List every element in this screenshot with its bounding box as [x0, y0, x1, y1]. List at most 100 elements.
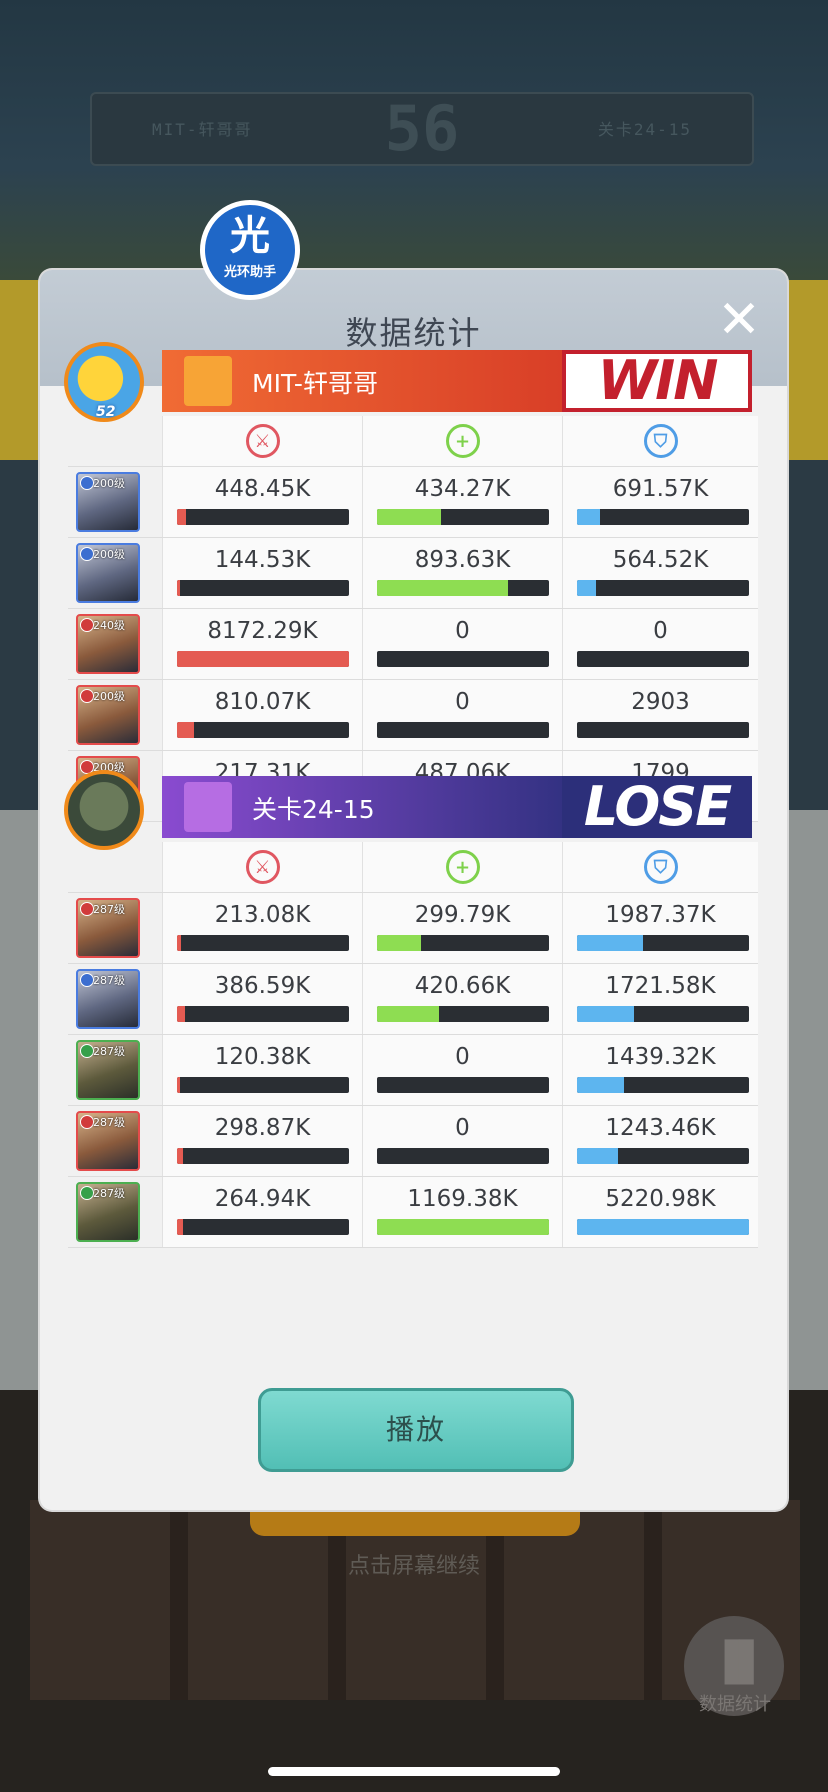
team-flag-icon: [184, 782, 232, 832]
hero-portrait: 287级: [76, 1182, 140, 1242]
play-button[interactable]: 播放: [258, 1388, 574, 1472]
heal-bar: [377, 722, 549, 738]
stat-icon-row: ⚔ + ⛉: [68, 842, 758, 893]
defense-bar: [577, 1006, 749, 1022]
element-icon: [80, 1115, 94, 1129]
defense-bar-fill: [577, 1006, 634, 1022]
hero-portrait: 200级: [76, 543, 140, 603]
stats-dialog: 数据统计 ✕ 52 MIT-轩哥哥 WIN ⚔ + ⛉ 200级 448.45K 4…: [40, 270, 787, 1510]
hero-portrait: 200级: [76, 685, 140, 745]
damage-bar: [177, 580, 349, 596]
element-icon: [80, 689, 94, 703]
defense-value: 1243.46K: [605, 1115, 716, 1141]
damage-bar-fill: [177, 1077, 180, 1093]
heal-bar: [377, 651, 549, 667]
hero-row: 287级 386.59K 420.66K 1721.58K: [68, 964, 758, 1035]
defense-bar: [577, 1077, 749, 1093]
hero-portrait: 200级: [76, 472, 140, 532]
hero-row: 240级 8172.29K 0 0: [68, 609, 758, 680]
damage-value: 810.07K: [214, 689, 311, 715]
damage-bar-fill: [177, 722, 195, 738]
defense-bar-fill: [577, 1219, 749, 1235]
defense-bar-fill: [577, 935, 643, 951]
heal-bar: [377, 1006, 549, 1022]
defense-value: 1721.58K: [605, 973, 716, 999]
damage-bar: [177, 1148, 349, 1164]
element-icon: [80, 547, 94, 561]
element-icon: [80, 902, 94, 916]
defense-bar: [577, 1148, 749, 1164]
heal-bar: [377, 1148, 549, 1164]
defense-bar-fill: [577, 1148, 618, 1164]
defense-bar: [577, 509, 749, 525]
heal-value: 0: [455, 1115, 470, 1141]
hero-row: 200级 144.53K 893.63K 564.52K: [68, 538, 758, 609]
hero-level: 287级: [93, 903, 125, 916]
damage-bar-fill: [177, 580, 181, 596]
heal-icon: +: [445, 424, 480, 458]
damage-value: 386.59K: [214, 973, 311, 999]
close-icon[interactable]: ✕: [709, 290, 769, 350]
helper-badge-text: 光环助手: [223, 265, 276, 280]
background-stage-name: 关卡24-15: [597, 120, 692, 139]
element-icon: [80, 476, 94, 490]
stats-table-team1: ⚔ + ⛉ 200级 448.45K 434.27K 691.57K 200级 144.5…: [68, 416, 758, 822]
continue-hint: 点击屏幕继续: [347, 1554, 480, 1579]
defense-bar: [577, 935, 749, 951]
team-name: 关卡24-15: [252, 795, 375, 824]
damage-icon: ⚔: [245, 424, 280, 458]
damage-bar: [177, 651, 349, 667]
defense-bar: [577, 651, 749, 667]
defense-value: 691.57K: [612, 476, 709, 502]
hero-level: 200级: [93, 690, 125, 703]
damage-value: 8172.29K: [207, 618, 318, 644]
background-round-number: 56: [384, 92, 460, 165]
defense-value: 1987.37K: [605, 902, 716, 928]
heal-bar: [377, 935, 549, 951]
damage-bar: [177, 722, 349, 738]
bar-chart-icon: ▐▌: [710, 1640, 769, 1684]
team-bar-lose: 关卡24-15: [162, 776, 606, 838]
hero-level: 287级: [93, 1187, 125, 1200]
hero-level: 200级: [93, 548, 125, 561]
hero-row: 200级 448.45K 434.27K 691.57K: [68, 467, 758, 538]
element-icon: [80, 1186, 94, 1200]
stat-icon-row: ⚔ + ⛉: [68, 416, 758, 467]
result-label: LOSE: [562, 776, 752, 838]
team-name: MIT-轩哥哥: [252, 369, 378, 398]
hero-portrait: 287级: [76, 969, 140, 1029]
damage-bar-fill: [177, 651, 349, 667]
home-indicator[interactable]: [268, 1767, 560, 1776]
damage-value: 213.08K: [214, 902, 311, 928]
damage-bar: [177, 509, 349, 525]
element-icon: [80, 973, 94, 987]
heal-value: 420.66K: [414, 973, 511, 999]
hero-row: 287级 264.94K 1169.38K 5220.98K: [68, 1177, 758, 1248]
heal-bar-fill: [377, 1006, 439, 1022]
heal-bar: [377, 509, 549, 525]
element-icon: [80, 1044, 94, 1058]
defense-value: 564.52K: [612, 547, 709, 573]
team-flag-icon: [184, 356, 232, 406]
damage-bar: [177, 1077, 349, 1093]
helper-badge[interactable]: 光 光环助手: [200, 200, 300, 300]
defense-value: 2903: [631, 689, 690, 715]
hero-level: 200级: [93, 477, 125, 490]
defense-value: 5220.98K: [605, 1186, 716, 1212]
dialog-title: 数据统计: [345, 314, 482, 352]
defense-value: 0: [653, 618, 668, 644]
defense-bar-fill: [577, 509, 600, 525]
team-bar-win: MIT-轩哥哥: [162, 350, 606, 412]
heal-bar-fill: [377, 1219, 549, 1235]
hero-portrait: 287级: [76, 1111, 140, 1171]
damage-bar-fill: [177, 1219, 183, 1235]
stats-button-label: 数据统计: [699, 1694, 771, 1715]
damage-bar-fill: [177, 935, 182, 951]
damage-bar-fill: [177, 509, 187, 525]
damage-bar: [177, 1219, 349, 1235]
player-avatar: 52: [64, 342, 144, 422]
damage-icon: ⚔: [245, 850, 280, 884]
defense-value: 1439.32K: [605, 1044, 716, 1070]
heal-value: 434.27K: [414, 476, 511, 502]
damage-bar-fill: [177, 1006, 186, 1022]
